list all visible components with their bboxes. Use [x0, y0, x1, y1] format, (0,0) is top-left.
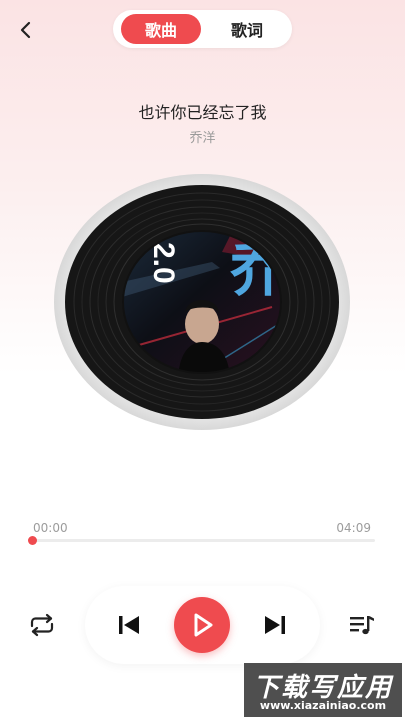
current-time: 00:00	[33, 521, 68, 535]
tab-switcher: 歌曲 歌词	[113, 10, 292, 48]
progress-thumb[interactable]	[28, 536, 37, 545]
play-button[interactable]	[174, 597, 230, 653]
vinyl-record[interactable]: 乔 2.0	[52, 172, 352, 432]
next-button[interactable]	[257, 607, 293, 643]
repeat-button[interactable]	[24, 608, 60, 642]
tab-lyrics[interactable]: 歌词	[207, 14, 287, 44]
progress-track[interactable]	[30, 539, 375, 542]
back-button[interactable]	[10, 14, 42, 46]
tab-song[interactable]: 歌曲	[121, 14, 201, 44]
back-chevron-icon	[20, 21, 31, 39]
total-time: 04:09	[336, 521, 371, 535]
song-title: 也许你已经忘了我	[138, 103, 267, 122]
previous-button[interactable]	[111, 607, 147, 643]
watermark: 下载写应用 www.xiazainiao.com	[244, 663, 402, 717]
playlist-button[interactable]	[346, 608, 378, 642]
artist-name: 乔洋	[189, 131, 216, 146]
play-icon	[194, 613, 213, 637]
skip-previous-icon	[119, 616, 139, 634]
playlist-icon	[350, 616, 374, 635]
skip-next-icon	[265, 616, 285, 634]
watermark-url: www.xiazainiao.com	[259, 699, 387, 712]
repeat-icon	[30, 613, 54, 637]
